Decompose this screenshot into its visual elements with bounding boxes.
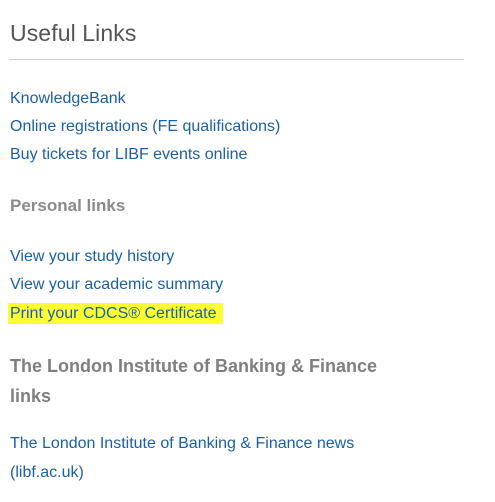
- libf-links-heading: The London Institute of Banking & Financ…: [10, 354, 377, 378]
- useful-links-panel: Useful Links KnowledgeBank Online regist…: [0, 0, 495, 502]
- libf-news-link[interactable]: The London Institute of Banking & Financ…: [10, 434, 354, 454]
- libf-news-link-domain[interactable]: (libf.ac.uk): [10, 463, 84, 483]
- libf-heading-line1: The London Institute of Banking & Financ…: [10, 356, 377, 376]
- libf-links-heading-cont: links: [10, 384, 51, 408]
- print-certificate-link[interactable]: Print your CDCS® Certificate: [8, 303, 223, 324]
- study-history-link[interactable]: View your study history: [10, 247, 174, 267]
- libf-heading-line2: links: [10, 386, 52, 406]
- title-divider: [9, 59, 464, 60]
- online-registrations-link[interactable]: Online registrations (FE qualifications): [10, 117, 280, 137]
- panel-title: Useful Links: [10, 20, 137, 46]
- academic-summary-link[interactable]: View your academic summary: [10, 275, 223, 295]
- personal-links-heading: Personal links: [10, 196, 126, 215]
- buy-tickets-link[interactable]: Buy tickets for LIBF events online: [10, 145, 247, 165]
- knowledgebank-link[interactable]: KnowledgeBank: [10, 89, 126, 109]
- print-certificate-label: Print your CDCS® Certificate: [8, 303, 223, 324]
